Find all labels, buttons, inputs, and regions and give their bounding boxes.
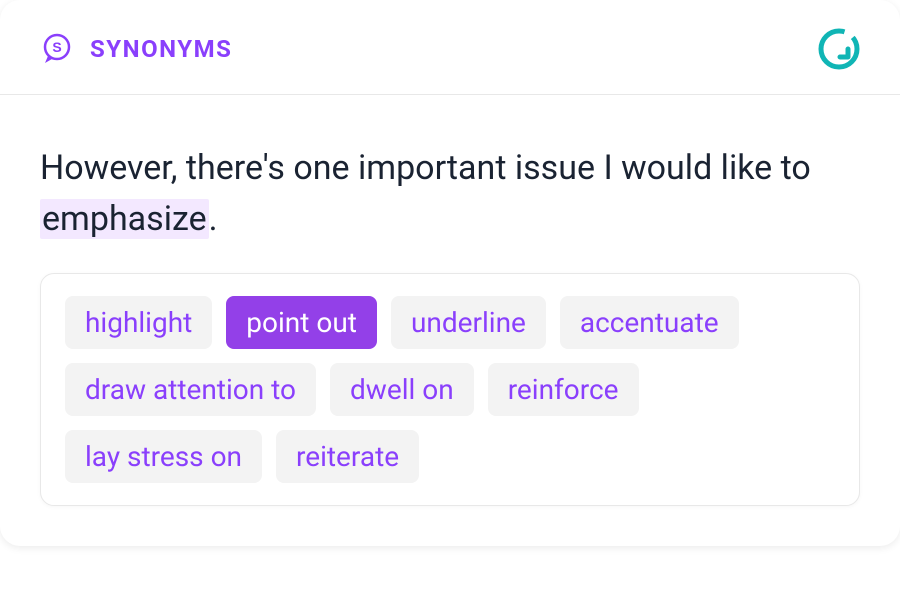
synonym-row: highlight point out underline accentuate… — [65, 296, 835, 483]
card-header: S SYNONYMS — [0, 0, 900, 95]
sentence-before: However, there's one important issue I w… — [40, 148, 811, 188]
svg-text:S: S — [52, 39, 61, 55]
header-left: S SYNONYMS — [40, 32, 232, 66]
synonym-chip[interactable]: accentuate — [560, 296, 739, 349]
synonym-chip[interactable]: draw attention to — [65, 363, 316, 416]
grammarly-logo-icon — [818, 28, 860, 70]
header-title: SYNONYMS — [90, 35, 232, 63]
synonym-chip[interactable]: dwell on — [330, 363, 474, 416]
highlighted-word[interactable]: emphasize — [40, 199, 209, 239]
synonym-icon: S — [40, 32, 74, 66]
synonym-chip[interactable]: reiterate — [276, 430, 419, 483]
card-content: However, there's one important issue I w… — [0, 95, 900, 546]
synonym-chip[interactable]: underline — [391, 296, 546, 349]
synonym-chip[interactable]: highlight — [65, 296, 212, 349]
example-sentence: However, there's one important issue I w… — [40, 143, 860, 245]
synonym-suggestions-box: highlight point out underline accentuate… — [40, 273, 860, 506]
synonym-chip[interactable]: reinforce — [488, 363, 639, 416]
synonyms-card: S SYNONYMS However, there's one importan… — [0, 0, 900, 546]
synonym-chip[interactable]: lay stress on — [65, 430, 262, 483]
sentence-after: . — [209, 199, 218, 239]
synonym-chip[interactable]: point out — [226, 296, 377, 349]
